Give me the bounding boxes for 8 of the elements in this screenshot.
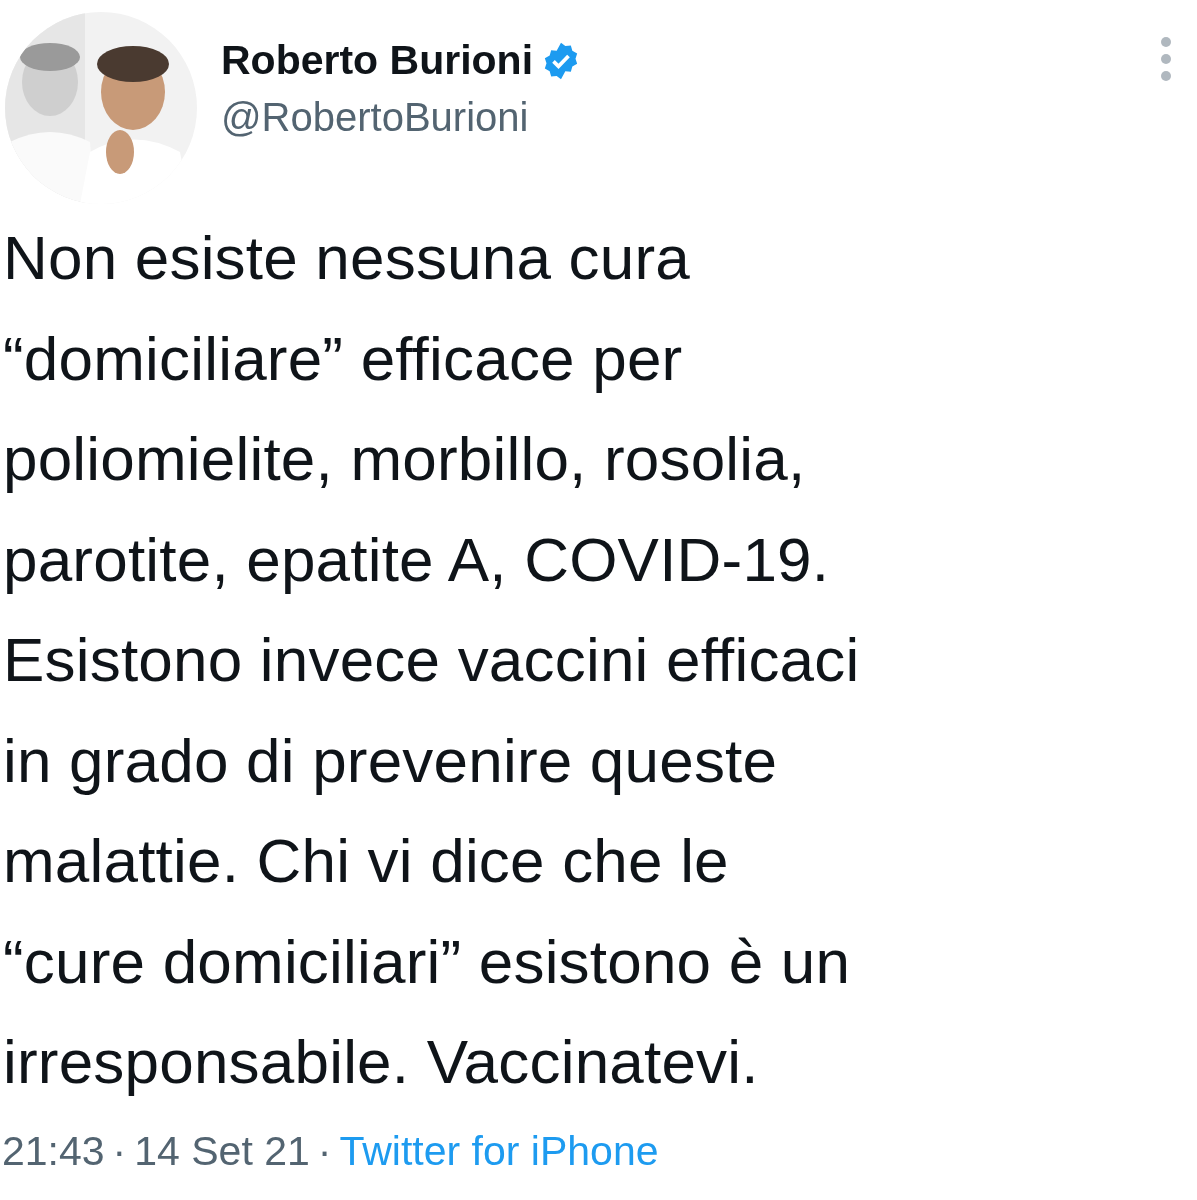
author-name[interactable]: Roberto Burioni	[221, 36, 534, 86]
tweet-text: Non esiste nessuna cura “domiciliare” efficace per poliomielite, morbillo, rosolia, parotite, epatite A, COVID-19. Esistono invece vaccini efficaci in grado di prevenire queste malattie. Chi vi dice che le “cure domiciliari” esistono è un irresponsabile. Vaccinatevi.	[3, 222, 861, 1098]
separator-dot: ·	[317, 1126, 332, 1176]
more-options-icon[interactable]	[1159, 36, 1173, 82]
tweet-date: 14 Set 21	[134, 1126, 310, 1176]
separator-dot: ·	[112, 1126, 127, 1176]
author-handle[interactable]: @RobertoBurioni	[221, 93, 1159, 142]
tweet-time: 21:43	[2, 1126, 105, 1176]
